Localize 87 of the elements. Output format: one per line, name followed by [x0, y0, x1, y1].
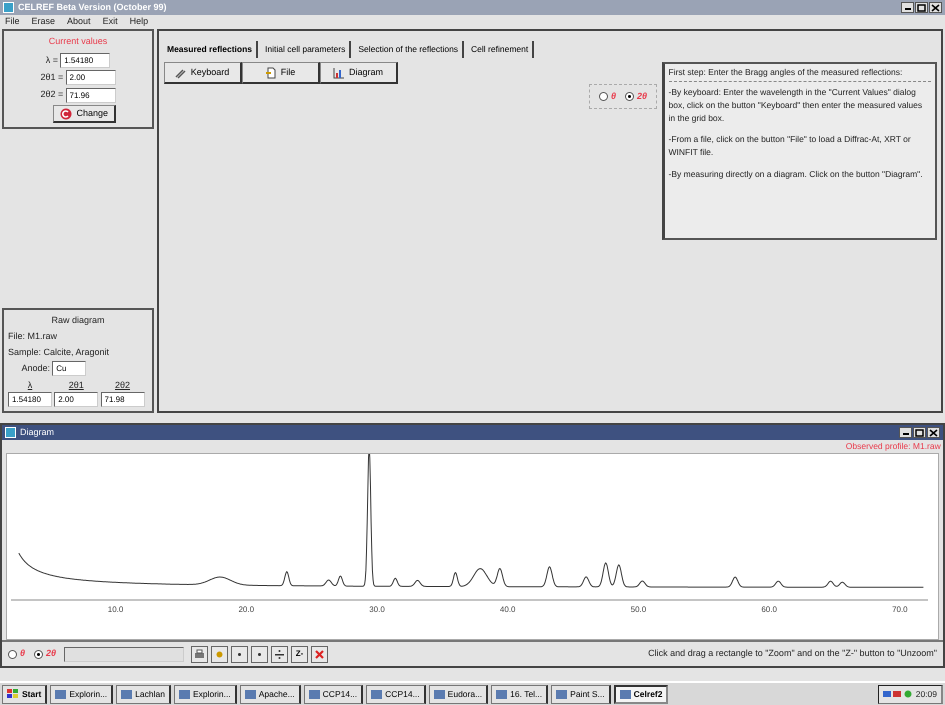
taskbar-button[interactable]: Explorin...	[50, 684, 114, 704]
menu-item[interactable]: File	[4, 15, 21, 29]
value-field[interactable]: 2.00	[54, 392, 98, 407]
close-icon	[931, 4, 940, 12]
dot-button[interactable]	[231, 646, 248, 662]
profile-label: Observed profile: M1.raw	[844, 440, 942, 453]
taskbar-button[interactable]: Apache...	[240, 684, 301, 704]
anode-field[interactable]: Cu	[52, 361, 86, 376]
taskbar-button[interactable]: Paint S...	[551, 684, 611, 704]
change-button[interactable]: Change	[53, 104, 116, 124]
source-button[interactable]: Diagram	[320, 62, 398, 84]
axis-tick-label: 30.0	[369, 604, 385, 614]
tab[interactable]: Initial cell parameters	[261, 41, 352, 58]
axis-tick-label: 20.0	[238, 604, 254, 614]
app-icon	[5, 427, 16, 438]
column-label: λ	[28, 378, 32, 392]
taskbar-button[interactable]: Lachlan	[116, 684, 171, 704]
value-field[interactable]: 71.96	[66, 88, 116, 102]
column-label: 2θ2	[114, 378, 130, 392]
clock: 20:09	[916, 688, 937, 700]
sample-label: Sample: Calcite, Aragonit	[8, 346, 110, 359]
printer-button[interactable]	[191, 646, 208, 662]
value-field[interactable]: 1.54180	[60, 53, 110, 68]
value-field[interactable]: 71.98	[100, 392, 144, 407]
tab[interactable]: Cell refinement	[467, 41, 534, 58]
app-icon	[3, 2, 14, 13]
taskbar-button[interactable]: CCP14...	[304, 684, 364, 704]
taskbar-button[interactable]: CCP14...	[366, 684, 426, 704]
close-button[interactable]	[927, 427, 940, 438]
tab[interactable]: Selection of the reflections	[354, 41, 464, 58]
close-icon	[929, 428, 938, 436]
source-button[interactable]: Keyboard	[164, 62, 242, 84]
minimize-icon	[904, 8, 910, 10]
taskbar-button[interactable]: Explorin...	[174, 684, 237, 704]
panel-title: Current values	[48, 35, 108, 48]
windows-logo-icon	[7, 689, 19, 699]
taskbar-button[interactable]: Eudora...	[428, 684, 488, 704]
printer-icon	[194, 648, 206, 660]
minimize-button[interactable]	[899, 427, 912, 438]
tab[interactable]: Measured reflections	[163, 41, 258, 58]
window-title: CELREF Beta Version (October 99)	[18, 0, 167, 14]
status-field[interactable]	[64, 646, 184, 662]
document-icon	[264, 66, 277, 79]
divide-icon	[274, 648, 286, 660]
taskbar-button[interactable]: 16. Tel...	[491, 684, 548, 704]
maximize-icon	[915, 428, 924, 436]
menu-item[interactable]: About	[66, 15, 92, 29]
axis-tick-label: 50.0	[630, 604, 646, 614]
field-label: λ =	[46, 54, 58, 67]
start-button[interactable]: Start	[2, 684, 48, 704]
menu-item[interactable]: Exit	[102, 15, 119, 29]
help-paragraph: -From a file, click on the button "File" to load a Diffrac-At, XRT or WINFIT file.	[668, 133, 912, 159]
field-label: 2θ2 =	[40, 88, 64, 102]
source-button[interactable]: File	[242, 62, 320, 84]
window-title: Diagram	[20, 426, 54, 439]
menu-item[interactable]: Help	[128, 15, 150, 29]
axis-tick-label: 70.0	[892, 604, 908, 614]
refresh-icon	[60, 108, 72, 120]
maximize-button[interactable]	[915, 2, 928, 13]
file-label: File: M1.raw	[8, 330, 58, 343]
taskbar-button[interactable]: Celref2	[614, 684, 668, 704]
close-icon	[314, 648, 326, 660]
value-field[interactable]: 1.54180	[8, 392, 52, 407]
pencil-icon	[174, 66, 187, 79]
panel-title: Raw diagram	[50, 314, 106, 327]
axis-tick-label: 40.0	[500, 604, 516, 614]
axis-tick-label: 10.0	[108, 604, 124, 614]
minimize-icon	[902, 432, 908, 435]
close-button[interactable]	[929, 2, 942, 13]
divide-button[interactable]	[271, 646, 288, 662]
value-field[interactable]: 2.00	[66, 70, 116, 86]
dot-button[interactable]	[251, 646, 268, 662]
tray-icons-drawing	[882, 689, 913, 699]
bar-chart-icon	[332, 66, 345, 79]
column-label: 2θ1	[68, 378, 84, 392]
help-paragraph: First step: Enter the Bragg angles of the measured reflections:	[668, 66, 930, 82]
field-label: 2θ1 =	[40, 71, 64, 84]
field-label: Anode:	[22, 362, 50, 375]
help-paragraph: -By keyboard: Enter the wavelength in the "Current Values" dialog box, click on the button "Keyboard" then enter the measured values in the grid box.	[668, 86, 924, 124]
help-paragraph: -By measuring directly on a diagram. Click on the button "Diagram".	[668, 168, 924, 180]
menu-item[interactable]: Erase	[30, 15, 56, 29]
hint-text: Click and drag a rectangle to "Zoom" and on the "Z-" button to "Unzoom"	[648, 647, 937, 660]
axis-tick-label: 60.0	[761, 604, 777, 614]
maximize-button[interactable]	[913, 427, 926, 438]
zoom-out-button[interactable]: Z-	[291, 646, 308, 662]
minimize-button[interactable]	[901, 2, 914, 13]
maximize-icon	[917, 4, 926, 12]
